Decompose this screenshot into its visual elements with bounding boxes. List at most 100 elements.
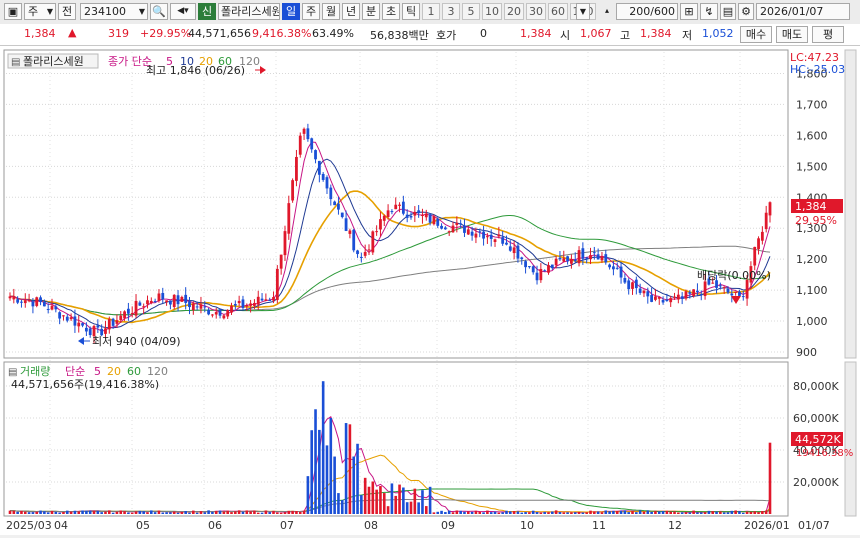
volume-value: 44,571,656 xyxy=(188,27,251,40)
buy-button[interactable]: 매수 xyxy=(740,26,772,43)
chart-svg[interactable]: 1,8001,7001,6001,5001,4001,3001,2001,100… xyxy=(0,46,860,535)
interval-button-3[interactable]: 3 xyxy=(442,3,460,20)
volume-bar xyxy=(466,511,470,514)
sound-icon[interactable]: ◀▾ xyxy=(170,3,196,20)
volume-bar xyxy=(627,512,630,514)
volume-bar xyxy=(73,510,77,514)
volume-bar xyxy=(199,511,203,514)
volume-bar xyxy=(20,510,23,514)
volume-bar xyxy=(524,512,527,514)
volume-bar xyxy=(730,510,734,514)
candle-body xyxy=(401,201,405,214)
candle-body xyxy=(558,257,562,260)
volume-bar xyxy=(589,510,592,514)
interval-button-60[interactable]: 60 xyxy=(548,3,568,20)
period-tick-button[interactable]: 틱 xyxy=(402,3,420,20)
code-value: 234100 xyxy=(84,5,126,18)
price-scrollbar[interactable] xyxy=(844,49,857,359)
volume-bar xyxy=(489,512,493,514)
interval-button-1[interactable]: 1 xyxy=(422,3,440,20)
search-icon[interactable]: 🔍 xyxy=(150,3,168,20)
sell-button[interactable]: 매도 xyxy=(776,26,808,43)
volume-tick-label: 80,000K xyxy=(793,380,839,393)
volume-bar xyxy=(684,512,688,514)
candle-body xyxy=(703,281,707,297)
save-icon[interactable]: ▤ xyxy=(720,3,736,20)
volume-bar xyxy=(520,512,524,514)
period-year-button[interactable]: 년 xyxy=(342,3,360,20)
candle-body xyxy=(547,265,550,273)
market-select[interactable]: 주 ▼ xyxy=(24,3,56,20)
period-min-button[interactable]: 분 xyxy=(362,3,380,20)
code-input[interactable]: 234100 ▼ xyxy=(80,3,148,20)
market-select-label: 주 xyxy=(28,5,39,18)
volume-bar xyxy=(39,510,42,514)
period-day-button[interactable]: 일 xyxy=(282,3,300,20)
settings-icon[interactable]: ⚙ xyxy=(738,3,754,20)
stock-name-field[interactable]: 폴라리스세원 xyxy=(218,3,280,20)
chevron-down-icon[interactable]: ▼ xyxy=(576,3,590,20)
interval-button-30[interactable]: 30 xyxy=(526,3,546,20)
eval-button[interactable]: 평 xyxy=(812,26,844,43)
volume-bar xyxy=(715,511,718,514)
candle-body xyxy=(344,218,348,231)
volume-bar xyxy=(619,510,623,514)
candle-body xyxy=(241,299,245,308)
candle-body xyxy=(50,305,54,310)
volume-bar xyxy=(646,510,650,514)
candle-body xyxy=(596,254,600,260)
candle-body xyxy=(696,290,699,293)
volume-bar xyxy=(344,423,348,514)
candle-body xyxy=(615,267,619,269)
candle-body xyxy=(245,305,249,307)
count-input[interactable]: 200/600 xyxy=(616,3,678,20)
candle-body xyxy=(589,255,592,260)
candle-body xyxy=(581,248,585,259)
compare-icon[interactable]: ↯ xyxy=(700,3,718,20)
candle-body xyxy=(337,203,340,210)
volume-scrollbar[interactable] xyxy=(844,361,857,517)
hoga-label: 호가 xyxy=(436,29,457,42)
chart-area[interactable]: 1,800 1,700 1,600 1,500 1,400 1,300 1,200 1,100… xyxy=(0,46,860,535)
volume-bar xyxy=(241,511,245,514)
candle-body xyxy=(680,296,684,299)
candle-body xyxy=(291,180,295,201)
scroll-up-icon[interactable]: ▴ xyxy=(600,3,614,20)
count-value: 200 xyxy=(629,5,651,18)
period-week-button[interactable]: 주 xyxy=(302,3,320,20)
type-button[interactable]: 전 xyxy=(58,3,76,20)
date-input[interactable]: 2026/01/07 xyxy=(756,3,850,20)
x-tick-label: 06 xyxy=(208,519,222,532)
volume-bar xyxy=(192,510,195,514)
chart-menu-icon[interactable]: ▣ xyxy=(4,3,22,20)
x-tick-label: 05 xyxy=(136,519,150,532)
x-tick-label: 10 xyxy=(520,519,534,532)
candle-body xyxy=(432,216,436,225)
new-badge[interactable]: 신 xyxy=(198,3,216,20)
period-month-button[interactable]: 월 xyxy=(322,3,340,20)
layout-icon[interactable]: ⊞ xyxy=(680,3,698,20)
turnover-rate: 63.49% xyxy=(312,27,354,40)
candle-body xyxy=(627,280,631,290)
candle-body xyxy=(390,211,394,213)
volume-bar xyxy=(237,510,241,514)
vol-ma20-label: 20 xyxy=(107,365,121,378)
volume-bar xyxy=(318,429,321,514)
volume-bar xyxy=(726,512,730,514)
period-sec-button[interactable]: 초 xyxy=(382,3,400,20)
candle-body xyxy=(527,266,531,268)
candle-body xyxy=(317,160,321,175)
volume-title: 거래량 xyxy=(20,365,50,378)
volume-bar xyxy=(738,511,741,514)
quote-bar: 1,384 ▲ 319 +29.95% 44,571,656 9,416.38%… xyxy=(0,24,860,46)
candle-body xyxy=(165,300,168,303)
candle-body xyxy=(711,282,715,284)
candle-body xyxy=(654,296,657,300)
interval-button-10[interactable]: 10 xyxy=(482,3,502,20)
candle-body xyxy=(455,222,459,225)
interval-button-5[interactable]: 5 xyxy=(462,3,480,20)
volume-bar xyxy=(707,510,711,514)
interval-button-20[interactable]: 20 xyxy=(504,3,524,20)
candle-body xyxy=(283,231,287,256)
candle-body xyxy=(172,294,176,307)
